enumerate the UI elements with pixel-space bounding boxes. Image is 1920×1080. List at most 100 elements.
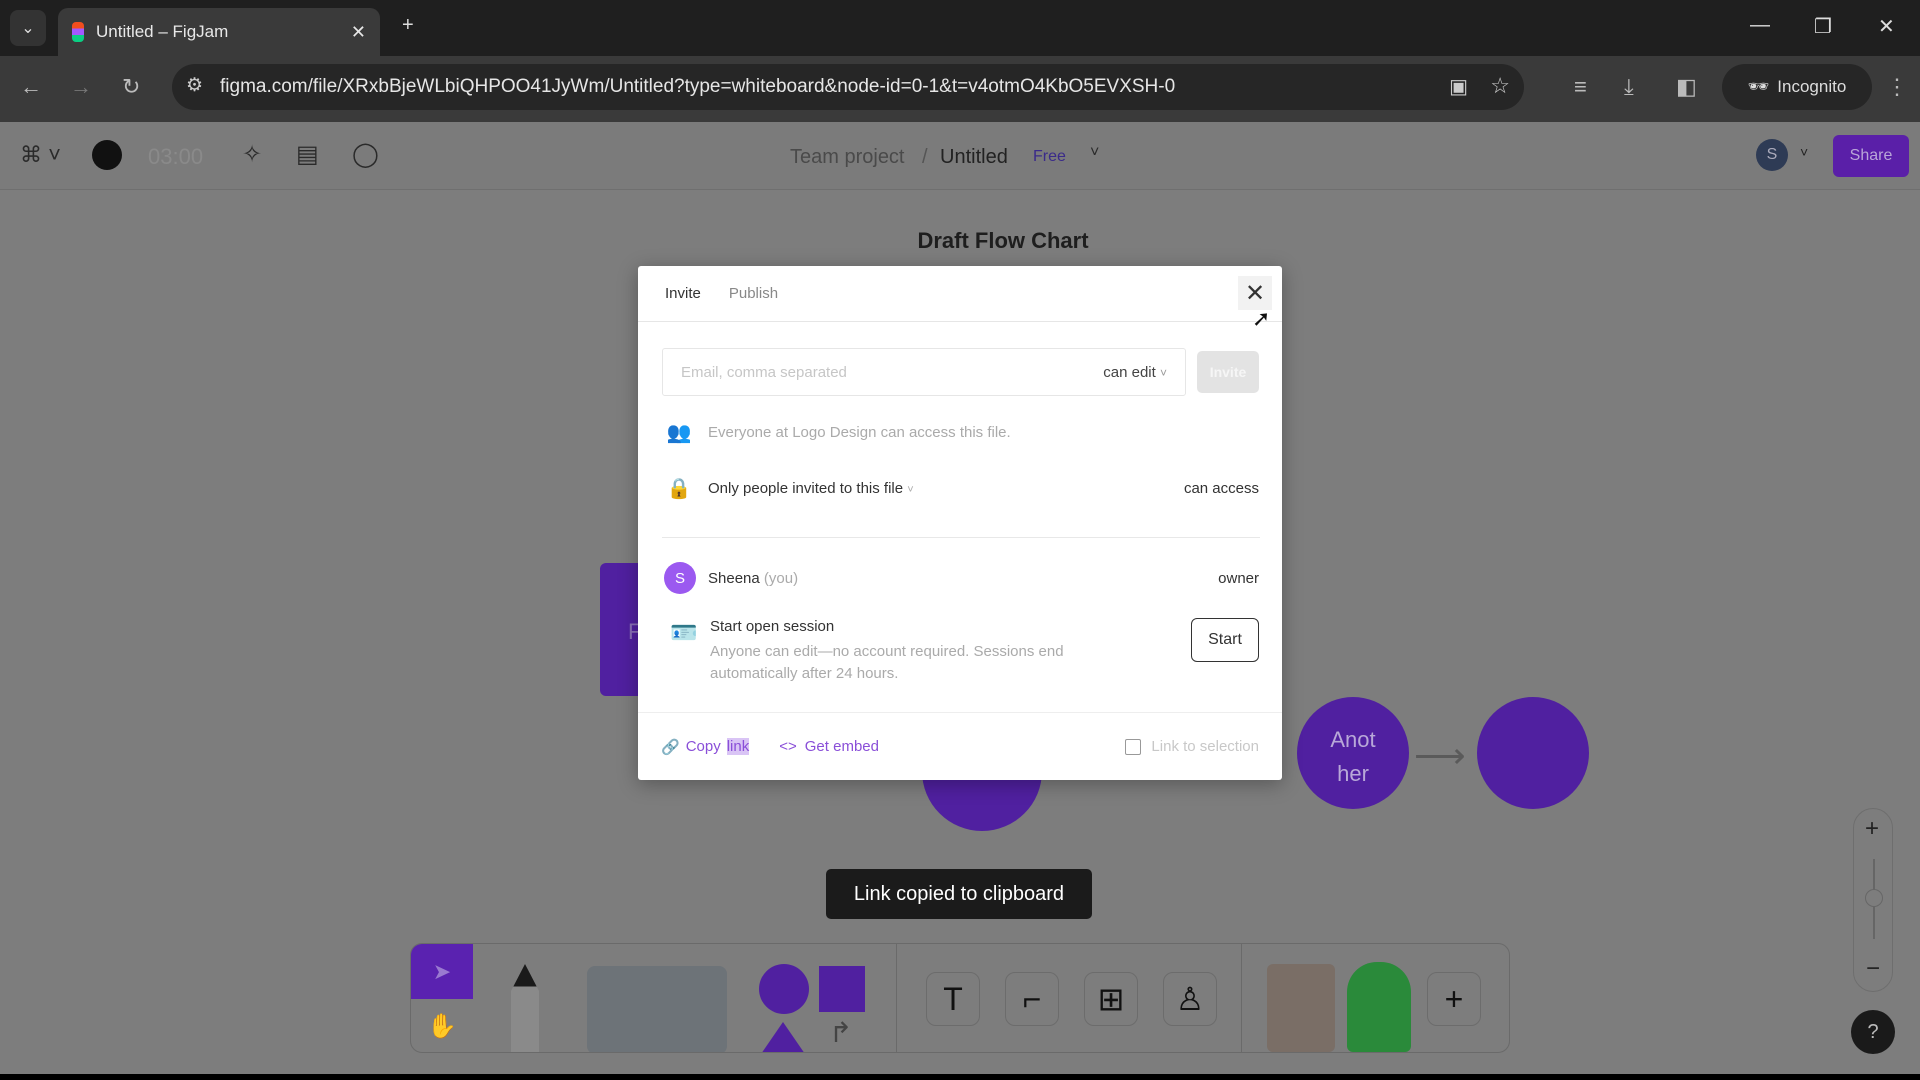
url-field[interactable]: ⚙ figma.com/file/XRxbBjeWLbiQHPOO41JyWm/… (172, 64, 1524, 110)
hand-tool-icon[interactable]: ✋ (411, 999, 473, 1052)
org-access-text: Everyone at Logo Design can access this … (708, 424, 1011, 441)
select-tool-icon[interactable]: ➤ (411, 944, 473, 999)
bookmark-star-icon[interactable]: ☆ (1490, 73, 1510, 99)
minimize-button[interactable]: — (1750, 14, 1770, 37)
browser-tab[interactable]: Untitled – FigJam ✕ (58, 8, 380, 56)
link-icon: 🔗 (661, 738, 680, 756)
code-icon: <> (779, 738, 797, 755)
figjam-toolbar: ⌘ ˅ 03:00 ✧ ▤ ◯ Team project / Untitled … (0, 122, 1920, 190)
stamp-tool-icon[interactable]: ♙ (1163, 972, 1217, 1026)
comment-icon[interactable]: ◯ (352, 140, 379, 169)
restore-button[interactable]: ❐ (1814, 14, 1832, 39)
back-icon[interactable]: ← (20, 74, 42, 100)
link-access-row: 🔒 Only people invited to this file ˅ can… (664, 476, 1259, 501)
zoom-control: + − (1853, 808, 1893, 992)
flow-shape-another[interactable]: Anot her (1297, 697, 1409, 809)
dialog-footer: 🔗 Copy link <> Get embed Link to selection (638, 712, 1282, 780)
session-description: Anyone can edit—no account required. Ses… (710, 643, 1064, 682)
share-dialog: Invite Publish ✕ Email, comma separated … (638, 266, 1282, 780)
clipboard-off-icon[interactable]: ▣ (1449, 74, 1468, 99)
avatar-chevron-icon[interactable]: ˅ (1800, 144, 1808, 160)
get-embed-label: Get embed (804, 738, 879, 755)
permission-value: can edit (1103, 363, 1156, 381)
chevron-down-icon: ˅ (907, 484, 914, 496)
site-settings-icon[interactable]: ⚙ (186, 74, 203, 97)
link-to-selection-label: Link to selection (1151, 738, 1259, 755)
canvas-title[interactable]: Draft Flow Chart (0, 228, 1920, 254)
divider (662, 537, 1260, 538)
breadcrumb-project[interactable]: Team project (790, 146, 905, 169)
reload-icon[interactable]: ↻ (122, 74, 140, 100)
zoom-out-icon[interactable]: − (1866, 955, 1880, 983)
stickers-icon[interactable] (1347, 962, 1411, 1052)
close-tab-icon[interactable]: ✕ (351, 22, 366, 43)
close-dialog-button[interactable]: ✕ (1238, 276, 1272, 310)
table-tool-icon[interactable]: ⊞ (1084, 972, 1138, 1026)
address-bar-row: ← → ↻ ⚙ figma.com/file/XRxbBjeWLbiQHPOO4… (0, 56, 1920, 122)
access-level[interactable]: can access (1184, 480, 1259, 497)
share-button[interactable]: Share (1833, 135, 1909, 177)
circle-text-line2: her (1337, 761, 1369, 786)
start-session-button[interactable]: Start (1191, 618, 1259, 662)
marker-tool-icon[interactable] (511, 964, 539, 1052)
plan-badge: Free (1033, 148, 1066, 165)
square-shape-icon[interactable] (819, 966, 865, 1012)
triangle-shape-icon[interactable] (761, 1022, 805, 1052)
tab-invite[interactable]: Invite (665, 285, 701, 302)
new-tab-button[interactable]: + (402, 14, 414, 37)
member-name: Sheena (708, 569, 760, 587)
incognito-badge[interactable]: 🕶 Incognito (1722, 64, 1872, 110)
ai-sparkle-icon[interactable]: ✧ (242, 140, 262, 169)
widgets-sticker-icon[interactable] (1267, 964, 1335, 1052)
zoom-in-icon[interactable]: + (1865, 815, 1879, 843)
session-title: Start open session (710, 618, 835, 635)
flow-shape-circle-end[interactable] (1477, 697, 1589, 809)
templates-icon[interactable]: ▤ (296, 140, 319, 169)
forward-icon[interactable]: → (70, 74, 92, 100)
help-button[interactable]: ? (1851, 1010, 1895, 1054)
email-input[interactable]: Email, comma separated can edit ˅ (662, 348, 1186, 396)
connector-arrow-icon[interactable]: ⟶ (1414, 735, 1466, 777)
member-avatar: S (664, 562, 696, 594)
close-window-button[interactable]: ✕ (1878, 14, 1895, 39)
timer-display[interactable]: 03:00 (148, 144, 203, 170)
member-you: (you) (763, 569, 799, 587)
user-avatar[interactable]: S (1756, 139, 1788, 171)
access-scope: Only people invited to this file (708, 480, 904, 497)
media-icon[interactable]: ≡ (1574, 74, 1587, 100)
text-tool-icon[interactable]: T (926, 972, 980, 1026)
invite-button[interactable]: Invite (1197, 351, 1259, 393)
download-icon[interactable]: ⤓ (1624, 74, 1634, 100)
main-menu-icon[interactable]: ⌘ ˅ (20, 142, 61, 168)
file-name[interactable]: Untitled (940, 146, 1008, 169)
link-to-selection-checkbox[interactable]: Link to selection (1125, 738, 1259, 755)
member-role: owner (1218, 569, 1259, 587)
checkbox-icon[interactable] (1125, 738, 1142, 755)
timer-icon[interactable] (92, 140, 122, 170)
open-session-info: Start open session Anyone can edit—no ac… (710, 618, 1130, 685)
section-tool-icon[interactable]: ⌐ (1005, 972, 1059, 1026)
connector-tool-icon[interactable]: ↱ (829, 1016, 852, 1049)
file-menu-chevron-icon[interactable]: ˅ (1090, 144, 1099, 162)
get-embed-button[interactable]: <> Get embed (779, 738, 879, 755)
creation-toolbar: ➤ ✋ ↱ T ⌐ ⊞ ♙ + (410, 943, 1510, 1053)
org-access-row: 👥 Everyone at Logo Design can access thi… (664, 420, 1259, 445)
tab-publish[interactable]: Publish (729, 285, 778, 302)
email-placeholder: Email, comma separated (681, 363, 847, 381)
toast-notification: Link copied to clipboard (826, 869, 1092, 919)
dialog-tabs: Invite Publish (638, 266, 1282, 322)
more-tools-button[interactable]: + (1427, 972, 1481, 1026)
access-scope-select[interactable]: Only people invited to this file ˅ (708, 480, 914, 497)
divider (896, 944, 897, 1052)
tab-title: Untitled – FigJam (96, 22, 229, 41)
permission-select[interactable]: can edit ˅ (1103, 364, 1167, 381)
side-panel-icon[interactable]: ◧ (1676, 74, 1697, 100)
copy-link-button[interactable]: 🔗 Copy link (661, 738, 750, 756)
circle-shape-icon[interactable] (759, 964, 809, 1014)
lock-icon: 🔒 (666, 478, 692, 500)
browser-menu-icon[interactable]: ⋮ (1886, 74, 1908, 100)
tab-list-button[interactable]: ⌄ (10, 10, 46, 46)
zoom-slider-handle[interactable] (1865, 889, 1883, 907)
sticky-note-tool-icon[interactable] (587, 966, 727, 1052)
chevron-down-icon: ˅ (1159, 365, 1167, 380)
